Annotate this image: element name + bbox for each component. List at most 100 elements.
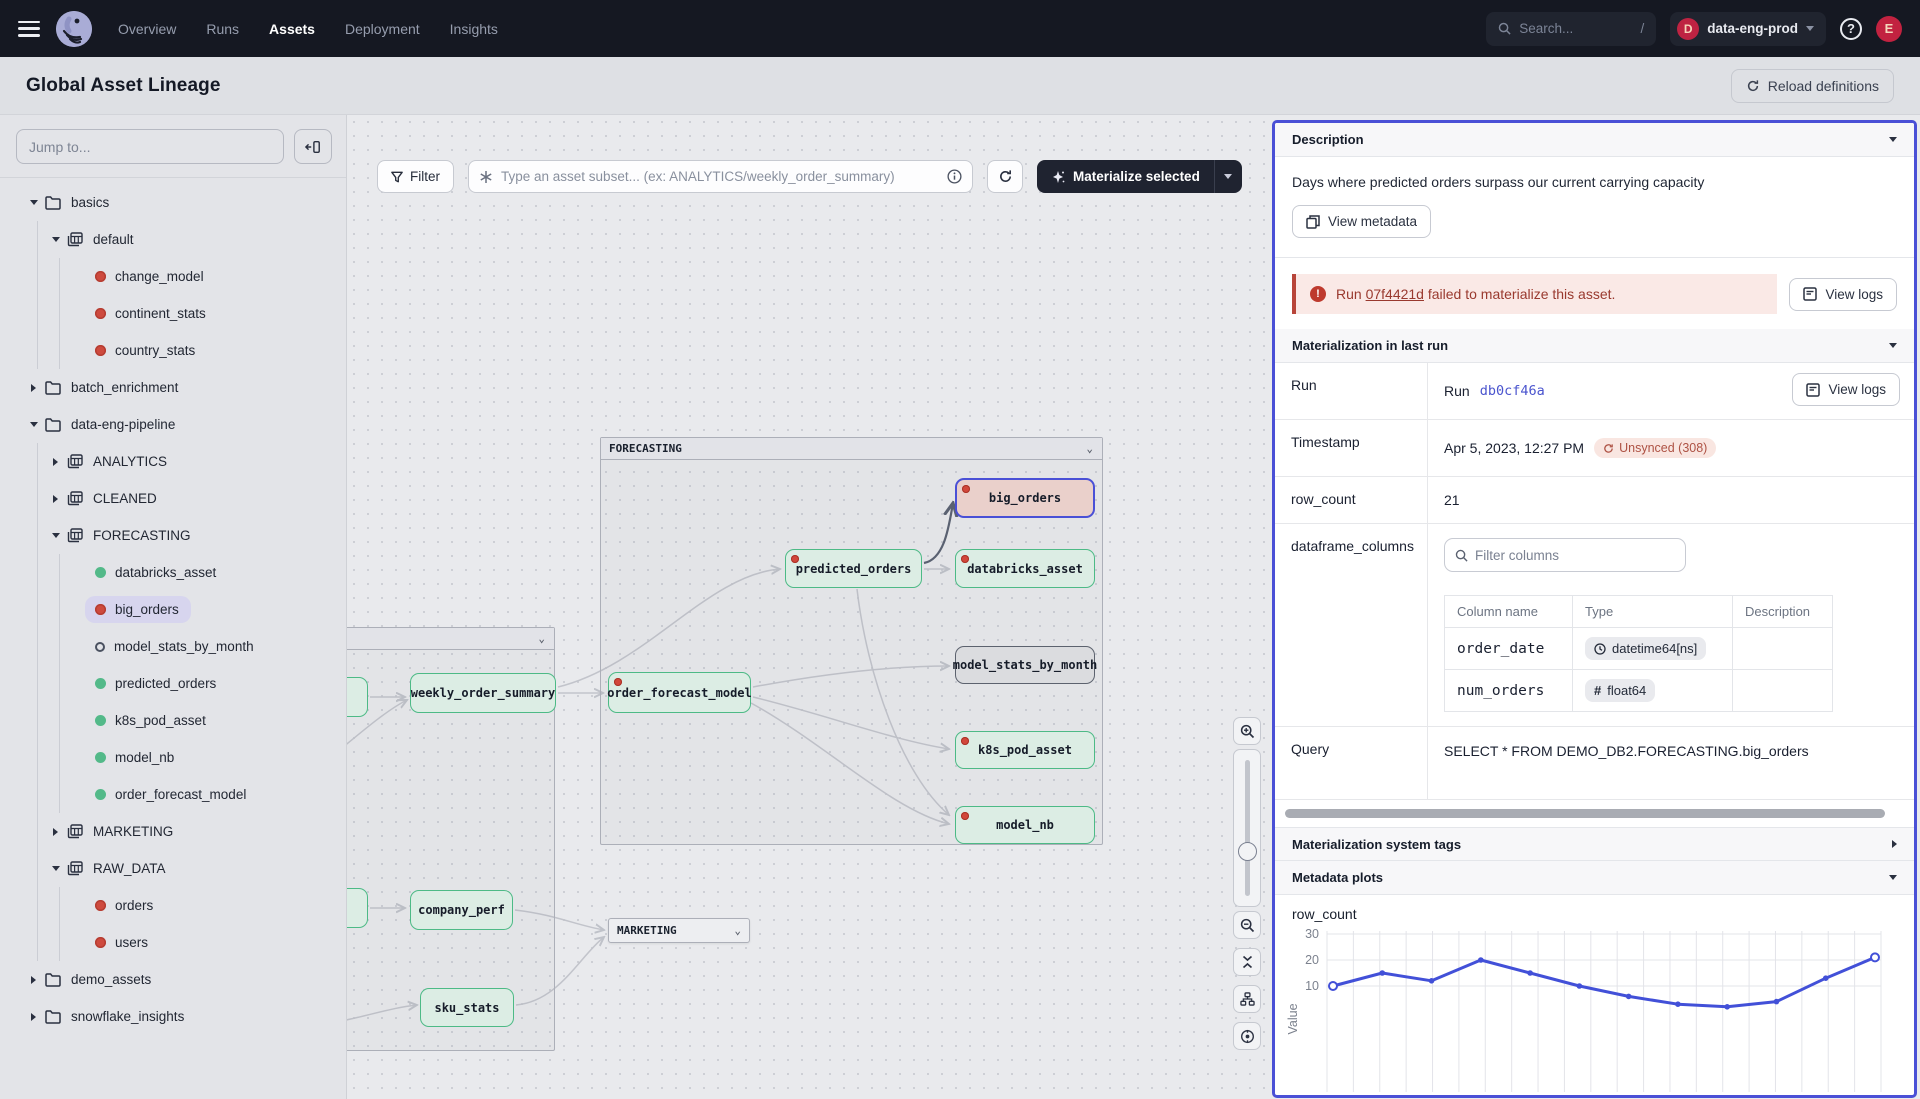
nav-item-deployment[interactable]: Deployment — [345, 21, 420, 37]
sidebar-item-order_forecast_model[interactable]: order_forecast_model — [0, 776, 346, 813]
run-id-link[interactable]: db0cf46a — [1480, 383, 1545, 399]
sidebar-item-CLEANED[interactable]: CLEANED — [0, 480, 346, 517]
tree-expander-down[interactable] — [26, 422, 41, 427]
filter-columns-input[interactable]: Filter columns — [1444, 538, 1686, 572]
asset-pill: continent_stats — [85, 300, 218, 327]
sidebar-item-databricks_asset[interactable]: databricks_asset — [0, 554, 346, 591]
tree-expander-down[interactable] — [48, 866, 63, 871]
filter-button[interactable]: Filter — [377, 160, 454, 193]
asset-node-stub_b[interactable] — [347, 888, 368, 928]
reload-definitions-button[interactable]: Reload definitions — [1731, 69, 1894, 103]
sidebar-item-k8s_pod_asset[interactable]: k8s_pod_asset — [0, 702, 346, 739]
asset-node-predicted_orders[interactable]: predicted_orders — [785, 549, 922, 588]
materialize-selected-button[interactable]: Materialize selected — [1037, 160, 1242, 193]
failed-run-link[interactable]: 07f4421d — [1366, 286, 1424, 302]
org-chart-icon — [1240, 992, 1255, 1006]
dataframe-columns-table: Column nameTypeDescription order_datedat… — [1444, 595, 1833, 712]
collapse-groups-button[interactable] — [1233, 948, 1261, 976]
refresh-graph-button[interactable] — [987, 160, 1023, 193]
sidebar-item-batch_enrichment[interactable]: batch_enrichment — [0, 369, 346, 406]
nav-item-assets[interactable]: Assets — [269, 21, 315, 37]
logs-icon — [1803, 287, 1817, 301]
asset-node-stub_a[interactable] — [347, 677, 368, 717]
section-materialization[interactable]: Materialization in last run — [1275, 329, 1914, 363]
alert-text: Run 07f4421d failed to materialize this … — [1336, 286, 1615, 302]
tree-expander-right[interactable] — [26, 1013, 41, 1021]
sidebar-item-model_nb[interactable]: model_nb — [0, 739, 346, 776]
view-logs-button[interactable]: View logs — [1789, 278, 1897, 311]
section-system-tags[interactable]: Materialization system tags — [1275, 827, 1914, 861]
zoom-slider[interactable] — [1233, 749, 1261, 907]
collapse-sidebar-button[interactable] — [294, 129, 332, 164]
asset-node-big_orders[interactable]: big_orders — [955, 478, 1095, 518]
sidebar-item-orders[interactable]: orders — [0, 887, 346, 924]
sidebar-item-basics[interactable]: basics — [0, 184, 346, 221]
sidebar-item-data-eng-pipeline[interactable]: data-eng-pipeline — [0, 406, 346, 443]
sidebar-item-model_stats_by_month[interactable]: model_stats_by_month — [0, 628, 346, 665]
tree-expander-right[interactable] — [26, 384, 41, 392]
horizontal-scrollbar[interactable] — [1285, 809, 1885, 818]
group-menu-icon[interactable]: ⌄ — [716, 924, 741, 937]
asset-node-sku_stats[interactable]: sku_stats — [420, 988, 514, 1027]
tree-expander-right[interactable] — [48, 495, 63, 503]
nav-item-overview[interactable]: Overview — [118, 21, 176, 37]
sidebar-item-default[interactable]: default — [0, 221, 346, 258]
hamburger-menu-icon[interactable] — [18, 21, 40, 37]
asset-node-company_perf[interactable]: company_perf — [410, 890, 513, 930]
group-header[interactable]: FORECASTING⌄ — [601, 438, 1102, 460]
zoom-in-button[interactable] — [1233, 717, 1261, 745]
sidebar-item-change_model[interactable]: change_model — [0, 258, 346, 295]
global-search[interactable]: Search... / — [1486, 12, 1656, 46]
asset-node-model_stats_by_month[interactable]: model_stats_by_month — [955, 646, 1095, 684]
zoom-out-button[interactable] — [1233, 911, 1261, 939]
jump-to-input[interactable]: Jump to... — [16, 129, 284, 164]
refresh-icon — [1746, 79, 1760, 93]
view-logs-button[interactable]: View logs — [1792, 373, 1900, 406]
asset-node-weekly_order_summary[interactable]: weekly_order_summary — [410, 673, 556, 713]
section-metadata-plots[interactable]: Metadata plots — [1275, 861, 1914, 895]
sidebar-item-demo_assets[interactable]: demo_assets — [0, 961, 346, 998]
jump-to-placeholder: Jump to... — [29, 139, 90, 155]
deployment-switcher[interactable]: D data-eng-prod — [1670, 12, 1826, 46]
tree-expander-down[interactable] — [48, 237, 63, 242]
layout-graph-button[interactable] — [1233, 985, 1261, 1013]
sidebar-item-ANALYTICS[interactable]: ANALYTICS — [0, 443, 346, 480]
section-description[interactable]: Description — [1275, 123, 1914, 157]
dagster-logo[interactable] — [56, 11, 92, 47]
sidebar-item-country_stats[interactable]: country_stats — [0, 332, 346, 369]
tree-expander-right[interactable] — [48, 458, 63, 466]
asset-node-model_nb[interactable]: model_nb — [955, 806, 1095, 844]
tree-expander-right[interactable] — [26, 976, 41, 984]
unsynced-badge[interactable]: Unsynced (308) — [1594, 438, 1716, 458]
recenter-button[interactable] — [1233, 1022, 1261, 1050]
nav-item-insights[interactable]: Insights — [450, 21, 498, 37]
asset-node-databricks_asset[interactable]: databricks_asset — [955, 549, 1095, 588]
sidebar-item-RAW_DATA[interactable]: RAW_DATA — [0, 850, 346, 887]
materialize-dropdown-button[interactable] — [1214, 160, 1242, 193]
lineage-canvas[interactable]: Filter Type an asset subset... (ex: ANAL… — [347, 115, 1920, 1099]
sidebar-item-FORECASTING[interactable]: FORECASTING — [0, 517, 346, 554]
group-menu-icon[interactable]: ⌄ — [538, 632, 546, 645]
tree-expander-right[interactable] — [48, 828, 63, 836]
user-avatar[interactable]: E — [1876, 16, 1902, 42]
group-menu-icon[interactable]: ⌄ — [1086, 442, 1094, 455]
view-metadata-button[interactable]: View metadata — [1292, 205, 1431, 238]
sidebar-item-users[interactable]: users — [0, 924, 346, 961]
zoom-slider-handle[interactable] — [1238, 842, 1257, 861]
asset-node-k8s_pod_asset[interactable]: k8s_pod_asset — [955, 731, 1095, 769]
tree-expander-down[interactable] — [26, 200, 41, 205]
info-icon[interactable] — [947, 169, 962, 184]
sidebar-item-predicted_orders[interactable]: predicted_orders — [0, 665, 346, 702]
sidebar-item-continent_stats[interactable]: continent_stats — [0, 295, 346, 332]
sidebar-item-big_orders[interactable]: big_orders — [0, 591, 346, 628]
sidebar-item-MARKETING[interactable]: MARKETING — [0, 813, 346, 850]
nav-item-runs[interactable]: Runs — [206, 21, 239, 37]
query-value: SELECT * FROM DEMO_DB2.FORECASTING.big_o… — [1427, 727, 1857, 799]
asset-node-order_forecast_model[interactable]: order_forecast_model — [608, 672, 751, 713]
tree-expander-down[interactable] — [48, 533, 63, 538]
asset-subset-input[interactable]: Type an asset subset... (ex: ANALYTICS/w… — [468, 160, 973, 193]
help-icon[interactable]: ? — [1840, 18, 1862, 40]
run-row: Run Run db0cf46a View logs — [1275, 363, 1914, 420]
sidebar-item-snowflake_insights[interactable]: snowflake_insights — [0, 998, 346, 1035]
group-header[interactable]: ⌄ — [347, 628, 554, 650]
